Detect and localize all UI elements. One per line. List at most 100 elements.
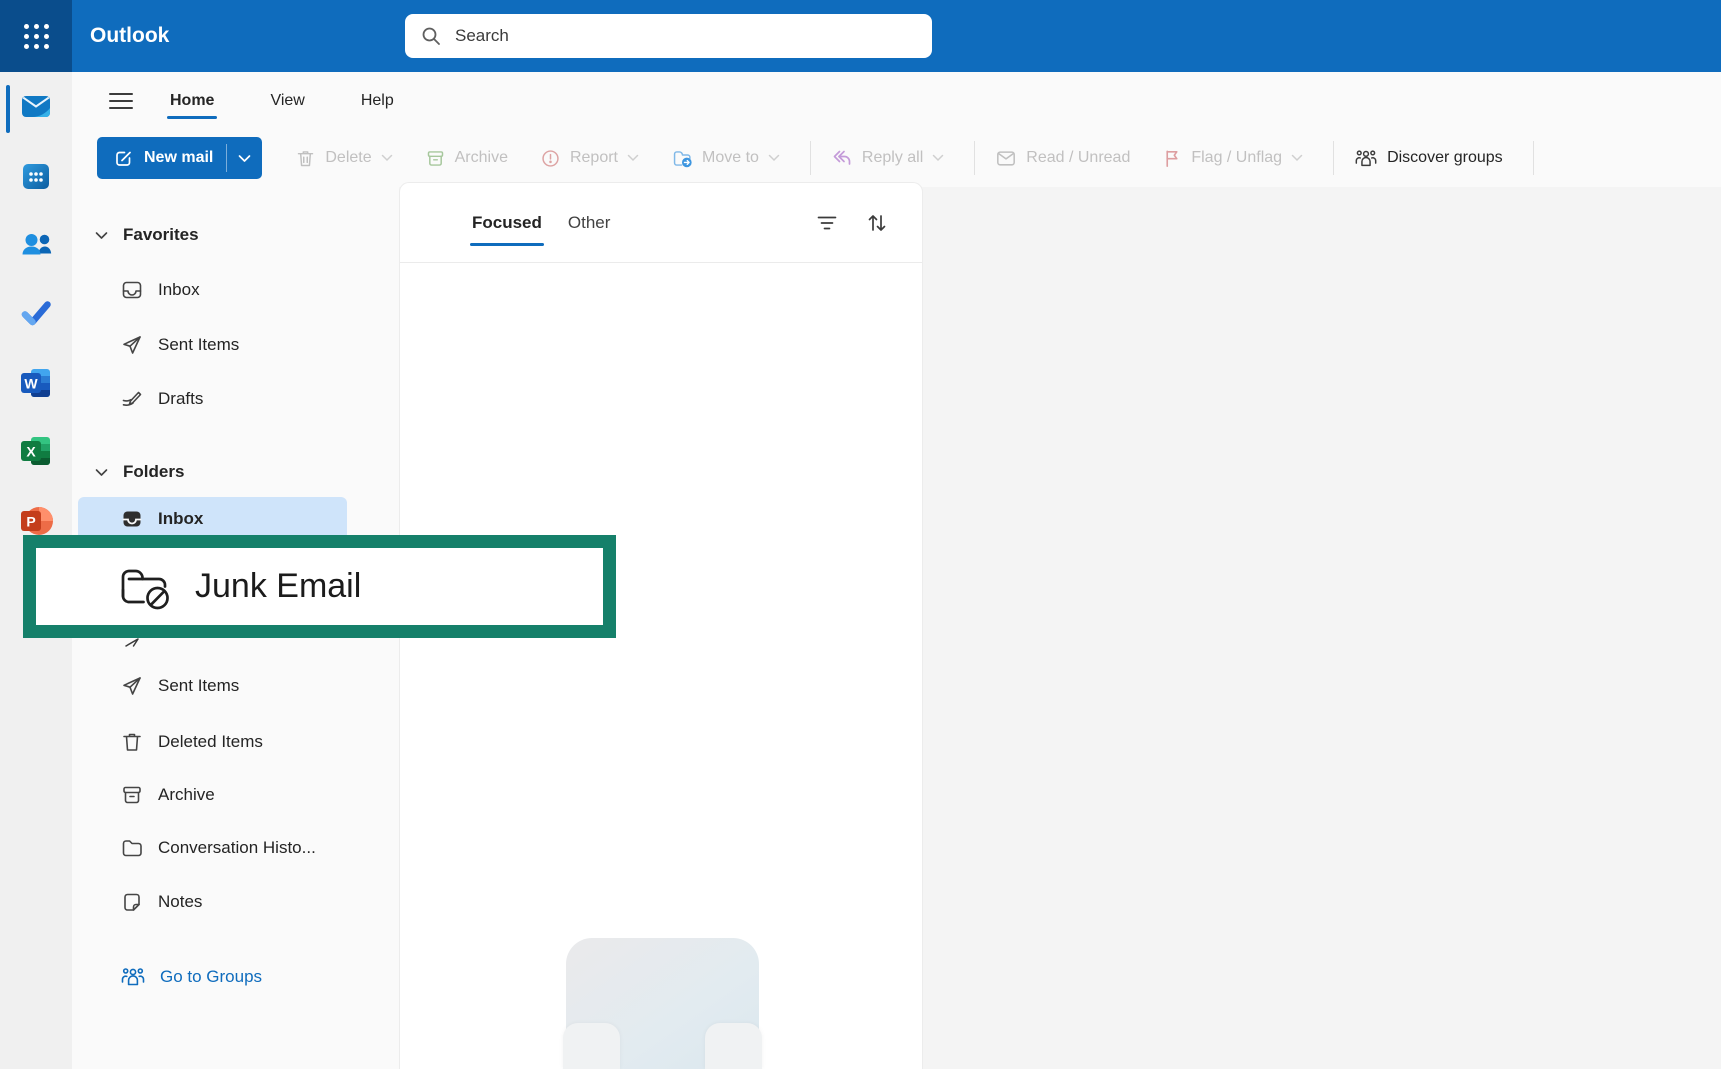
reply-all-icon bbox=[831, 148, 853, 168]
people-group-icon bbox=[1354, 148, 1378, 169]
svg-text:W: W bbox=[24, 376, 38, 392]
rail-item-powerpoint[interactable]: P bbox=[18, 503, 54, 539]
reply-all-button[interactable]: Reply all bbox=[820, 137, 955, 179]
ribbon: Home View Help New mail bbox=[72, 72, 1721, 187]
sidebar-item-archive[interactable]: Archive bbox=[120, 778, 215, 812]
svg-text:P: P bbox=[26, 514, 35, 530]
go-to-groups-link[interactable]: Go to Groups bbox=[120, 960, 262, 994]
sidebar-item-label: Sent Items bbox=[158, 335, 239, 355]
move-folder-icon bbox=[671, 148, 693, 169]
svg-text:X: X bbox=[26, 444, 36, 460]
word-icon: W bbox=[18, 365, 54, 401]
toolbar-label: Delete bbox=[325, 149, 371, 167]
discover-groups-button[interactable]: Discover groups bbox=[1343, 137, 1514, 179]
report-button[interactable]: Report bbox=[529, 137, 650, 179]
tab-view[interactable]: View bbox=[270, 92, 304, 110]
toolbar-label: Move to bbox=[702, 149, 759, 167]
hidden-row-icon-fragment bbox=[124, 638, 142, 647]
folder-icon bbox=[120, 836, 144, 860]
sidebar-item-label: Go to Groups bbox=[160, 967, 262, 987]
ribbon-toolbar: New mail Delete bbox=[72, 129, 1721, 187]
sidebar-item-label: Notes bbox=[158, 892, 202, 912]
people-group-icon bbox=[120, 966, 146, 988]
delete-button[interactable]: Delete bbox=[284, 137, 403, 179]
calendar-icon bbox=[18, 158, 54, 194]
search-input[interactable] bbox=[453, 25, 887, 47]
sidebar-item-notes[interactable]: Notes bbox=[120, 885, 202, 919]
toolbar-separator bbox=[810, 141, 811, 175]
search-box[interactable] bbox=[405, 14, 932, 58]
sidebar-item-sent-items[interactable]: Sent Items bbox=[120, 669, 239, 703]
inbox-filled-icon bbox=[120, 507, 144, 531]
chevron-down-icon bbox=[1291, 154, 1303, 162]
todo-check-icon bbox=[18, 295, 54, 331]
chevron-down-icon bbox=[95, 231, 108, 240]
sort-icon[interactable] bbox=[866, 213, 888, 233]
favorites-section-header[interactable]: Favorites bbox=[95, 218, 199, 252]
junk-email-callout[interactable]: Junk Email bbox=[23, 535, 616, 638]
rail-item-outlook[interactable] bbox=[18, 88, 54, 124]
sidebar-item-deleted-items[interactable]: Deleted Items bbox=[120, 725, 263, 759]
archive-button[interactable]: Archive bbox=[414, 137, 519, 179]
rail-item-word[interactable]: W bbox=[18, 365, 54, 401]
sidebar-item-sent-favorite[interactable]: Sent Items bbox=[120, 328, 239, 362]
message-list-header: Focused Other bbox=[400, 183, 922, 263]
rail-item-todo[interactable] bbox=[18, 295, 54, 331]
rail-item-calendar[interactable] bbox=[18, 158, 54, 194]
filter-icon[interactable] bbox=[816, 214, 838, 232]
chevron-down-icon bbox=[768, 154, 780, 162]
drafts-icon bbox=[120, 387, 144, 411]
rail-selection-indicator bbox=[6, 85, 10, 133]
ribbon-tabs-row: Home View Help bbox=[72, 72, 1721, 129]
chevron-down-icon bbox=[627, 154, 639, 162]
folders-section-header[interactable]: Folders bbox=[95, 455, 184, 489]
people-icon bbox=[18, 227, 54, 263]
section-label: Favorites bbox=[123, 225, 199, 245]
toolbar-label: Reply all bbox=[862, 149, 923, 167]
powerpoint-icon: P bbox=[18, 503, 54, 539]
sidebar-item-label: Conversation Histo... bbox=[158, 838, 316, 858]
excel-icon: X bbox=[18, 433, 54, 469]
archive-icon bbox=[120, 783, 144, 807]
rail-item-people[interactable] bbox=[18, 227, 54, 263]
rail-item-excel[interactable]: X bbox=[18, 433, 54, 469]
sidebar-item-label: Archive bbox=[158, 785, 215, 805]
toolbar-separator bbox=[1533, 141, 1534, 175]
sidebar-item-inbox-favorite[interactable]: Inbox bbox=[120, 273, 200, 307]
hamburger-menu-button[interactable] bbox=[108, 90, 134, 112]
empty-state-illustration bbox=[566, 938, 759, 1069]
flag-unflag-button[interactable]: Flag / Unflag bbox=[1151, 137, 1314, 179]
trash-icon bbox=[120, 730, 144, 754]
toolbar-label: Discover groups bbox=[1387, 149, 1503, 167]
chevron-down-icon bbox=[381, 154, 393, 162]
read-unread-button[interactable]: Read / Unread bbox=[984, 137, 1141, 179]
app-launcher-button[interactable] bbox=[0, 0, 72, 72]
inbox-icon bbox=[120, 278, 144, 302]
search-icon bbox=[420, 25, 442, 47]
note-icon bbox=[120, 890, 144, 914]
top-bar: Outlook bbox=[0, 0, 1721, 72]
sidebar-item-conversation-history[interactable]: Conversation Histo... bbox=[120, 831, 316, 865]
junk-email-callout-label: Junk Email bbox=[195, 567, 361, 606]
tab-focused[interactable]: Focused bbox=[472, 213, 542, 233]
sidebar-item-drafts-favorite[interactable]: Drafts bbox=[120, 382, 203, 416]
sidebar-item-label: Sent Items bbox=[158, 676, 239, 696]
chevron-down-icon bbox=[932, 154, 944, 162]
tab-other[interactable]: Other bbox=[568, 213, 611, 233]
outlook-app: Outlook bbox=[0, 0, 1721, 1069]
toolbar-separator bbox=[974, 141, 975, 175]
flag-icon bbox=[1162, 148, 1182, 169]
tab-help[interactable]: Help bbox=[361, 92, 394, 110]
sidebar-item-label: Inbox bbox=[158, 280, 200, 300]
new-mail-label: New mail bbox=[144, 149, 213, 167]
tab-home[interactable]: Home bbox=[170, 92, 214, 110]
new-mail-button[interactable]: New mail bbox=[97, 137, 262, 179]
envelope-icon bbox=[995, 148, 1017, 168]
move-to-button[interactable]: Move to bbox=[660, 137, 791, 179]
sidebar-item-label: Drafts bbox=[158, 389, 203, 409]
new-mail-dropdown[interactable] bbox=[227, 137, 262, 179]
sidebar-item-inbox[interactable]: Inbox bbox=[120, 502, 203, 536]
chevron-down-icon bbox=[95, 468, 108, 477]
junk-folder-icon bbox=[116, 563, 172, 610]
compose-icon bbox=[113, 148, 134, 169]
